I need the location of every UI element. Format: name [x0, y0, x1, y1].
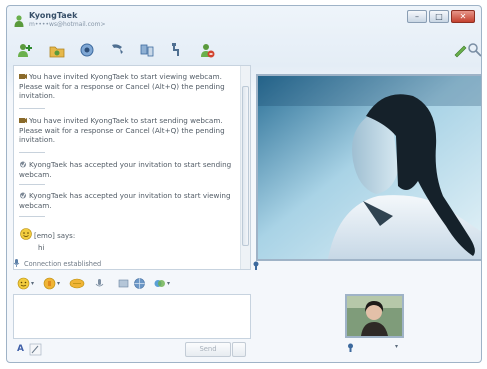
self-webcam-image: [347, 296, 402, 336]
voice-call-button[interactable]: [107, 41, 127, 59]
format-toolbar: ▾ ▾ ▾: [13, 276, 251, 292]
send-button[interactable]: Send: [185, 342, 231, 357]
contact-email: m••••ws@hotmail.com>: [29, 21, 106, 28]
share-folder-button[interactable]: [47, 41, 67, 59]
activities-button[interactable]: [137, 41, 157, 59]
font-button[interactable]: A: [17, 344, 24, 354]
title-bar[interactable]: KyongTaek m••••ws@hotmail.com> – □ ✕: [7, 6, 481, 34]
nudge-icon: [69, 278, 85, 289]
emoticon-button[interactable]: ▾: [17, 277, 34, 290]
self-webcam-preview[interactable]: [345, 294, 404, 338]
webcam-options-icon[interactable]: [252, 261, 260, 270]
window-controls: – □ ✕: [407, 10, 475, 23]
history-message: KyongTaek has accepted your invitation t…: [19, 160, 232, 179]
compose-footer: A Send: [13, 342, 251, 358]
maximize-button[interactable]: □: [429, 10, 449, 23]
handwriting-icon[interactable]: [29, 343, 42, 356]
message-text: hi: [38, 244, 45, 252]
webcam-options-icon[interactable]: [347, 343, 354, 352]
message-separator: [19, 216, 45, 217]
more-options-button[interactable]: ▾: [153, 277, 170, 290]
connection-status: Connection established: [13, 259, 249, 271]
webcam-image: [258, 76, 481, 259]
games-icon: [172, 43, 179, 56]
chevron-down-icon: ▾: [31, 280, 35, 287]
video-call-icon: [80, 43, 94, 57]
invite-contact-button[interactable]: [15, 41, 35, 59]
block-icon: [201, 44, 215, 58]
accepted-icon: [20, 192, 26, 199]
nudge-button[interactable]: [69, 277, 85, 290]
contact-name: KyongTaek: [29, 11, 78, 20]
self-preview-footer: ▾: [345, 343, 404, 353]
voice-clip-icon: [95, 279, 104, 287]
voice-clip-button[interactable]: [93, 277, 106, 290]
chevron-down-icon: ▾: [167, 280, 171, 287]
message-separator: [19, 108, 45, 109]
webcam-icon: [19, 74, 27, 79]
search-icon: [468, 43, 481, 57]
chevron-down-icon[interactable]: ▾: [395, 343, 398, 350]
games-button[interactable]: [167, 41, 187, 59]
wink-button[interactable]: ▾: [43, 277, 60, 290]
smiley-icon: [17, 277, 30, 290]
webcam-send-button[interactable]: [133, 277, 146, 290]
search-button[interactable]: [465, 41, 481, 59]
sharing-icon: [154, 280, 165, 287]
background-icon: [118, 279, 129, 288]
close-button[interactable]: ✕: [451, 10, 475, 23]
invite-contact-icon: [18, 44, 32, 57]
sender-nickname: [emo] says:: [34, 232, 76, 240]
message-separator: [19, 152, 45, 153]
buddy-icon: [14, 15, 24, 27]
background-button[interactable]: [117, 277, 130, 290]
chevron-down-icon: ▾: [57, 280, 61, 287]
block-button[interactable]: [197, 41, 217, 59]
video-call-button[interactable]: [77, 41, 97, 59]
conversation-window: KyongTaek m••••ws@hotmail.com> – □ ✕ You…: [6, 5, 482, 363]
minimize-button[interactable]: –: [407, 10, 427, 23]
send-options-button[interactable]: [232, 342, 246, 357]
wink-icon: [43, 277, 56, 290]
globe-icon: [134, 278, 145, 289]
scrollbar-thumb[interactable]: [242, 86, 249, 246]
voice-call-icon: [112, 44, 123, 54]
microphone-icon: [13, 259, 20, 267]
history-scrollbar[interactable]: [240, 66, 250, 269]
history-message: You have invited KyongTaek to start view…: [19, 72, 225, 101]
smiley-icon: [20, 228, 32, 240]
history-message: KyongTaek has accepted your invitation t…: [19, 191, 231, 210]
activities-icon: [140, 44, 154, 57]
message-input[interactable]: [13, 294, 251, 339]
message-separator: [19, 184, 45, 185]
conversation-toolbar: [7, 38, 481, 62]
accepted-icon: [20, 161, 26, 168]
conversation-history[interactable]: You have invited KyongTaek to start view…: [13, 65, 251, 270]
webcam-icon: [19, 118, 27, 123]
history-message: You have invited KyongTaek to start send…: [19, 116, 225, 145]
webcam-video: [256, 74, 481, 261]
share-folder-icon: [49, 46, 65, 58]
